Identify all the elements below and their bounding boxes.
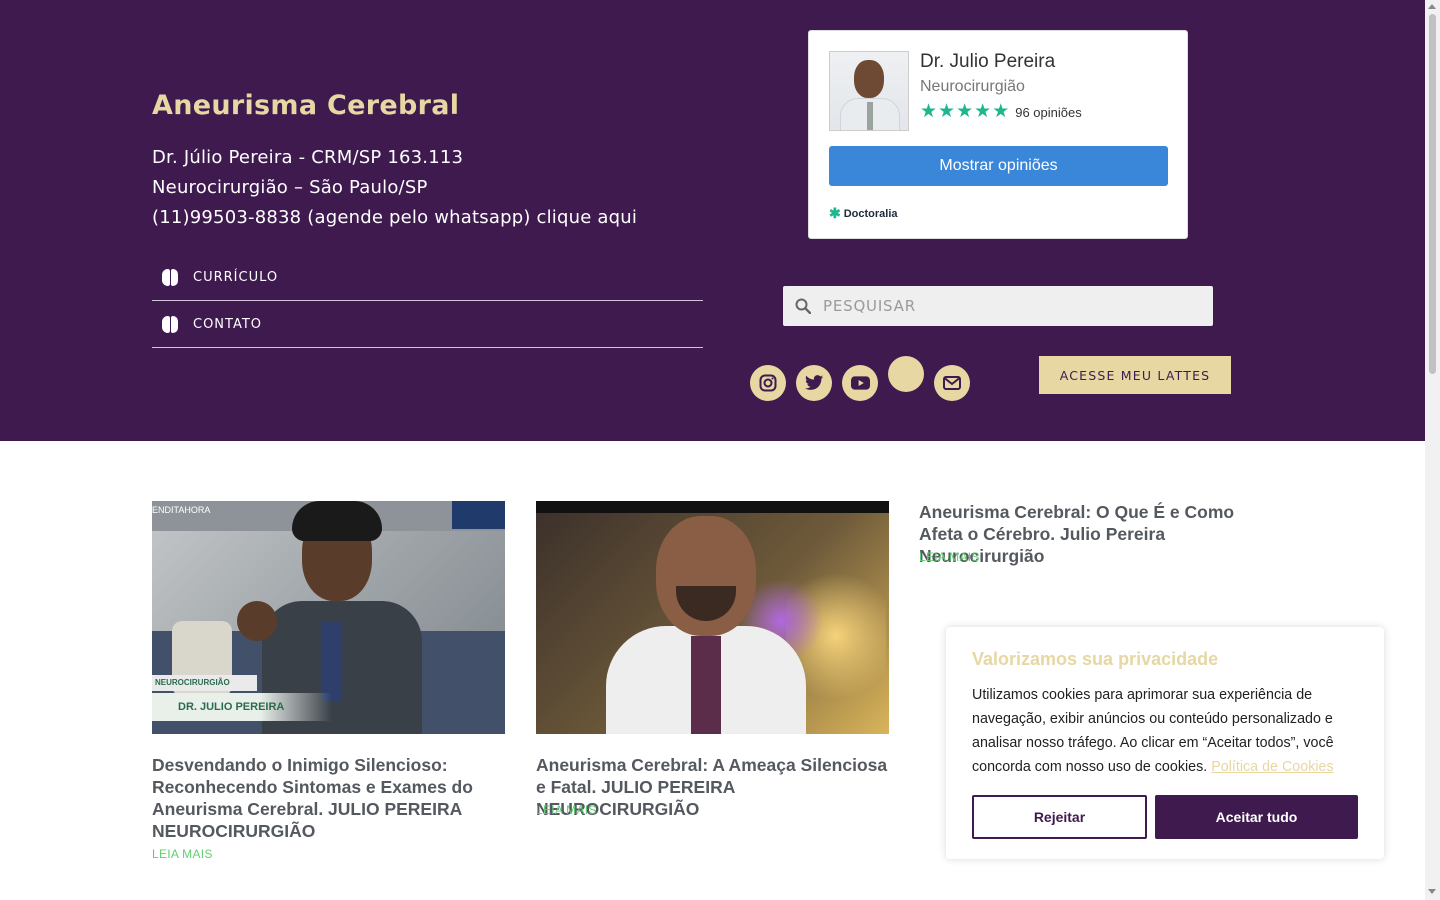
youtube-link[interactable] bbox=[842, 365, 878, 401]
cookie-title: Valorizamos sua privacidade bbox=[972, 649, 1219, 669]
instagram-link[interactable] bbox=[750, 365, 786, 401]
scrollbar[interactable] bbox=[1425, 0, 1440, 900]
doctoralia-logo[interactable]: ✱ Doctoralia bbox=[829, 205, 898, 222]
accept-cookies-button[interactable]: Aceitar tudo bbox=[1155, 795, 1358, 839]
doctoralia-widget: Dr. Julio Pereira Neurocirurgião ★ ★ ★ ★… bbox=[808, 30, 1188, 239]
email-link[interactable] bbox=[934, 365, 970, 401]
scrollbar-thumb[interactable] bbox=[1429, 14, 1436, 374]
star-icon: ★ bbox=[956, 101, 974, 122]
scroll-up-arrow-icon[interactable] bbox=[1428, 4, 1436, 9]
instagram-icon bbox=[759, 374, 777, 392]
nav-item-label: CURRÍCULO bbox=[193, 269, 279, 285]
nav-item-contato[interactable]: CONTATO bbox=[152, 301, 703, 348]
thumb-corner-text: ENDITAHORA bbox=[152, 505, 211, 515]
star-icon: ★ bbox=[938, 101, 956, 122]
doctor-avatar[interactable] bbox=[829, 51, 909, 131]
post-thumbnail-1[interactable]: ENDITAHORA NEUROCIRURGIÃO DR. JULIO PERE… bbox=[152, 501, 505, 734]
envelope-icon bbox=[943, 376, 961, 390]
cookie-text: Utilizamos cookies para aprimorar sua ex… bbox=[972, 683, 1362, 779]
search-input[interactable] bbox=[823, 297, 1183, 315]
show-reviews-button[interactable]: Mostrar opiniões bbox=[829, 146, 1168, 186]
page-title: Aneurisma Cerebral bbox=[152, 90, 460, 121]
thumb-caption-small: NEUROCIRURGIÃO bbox=[152, 675, 257, 691]
nav-item-curriculo[interactable]: CURRÍCULO bbox=[152, 254, 703, 301]
doctoralia-brand-text: Doctoralia bbox=[843, 207, 898, 220]
scroll-down-arrow-icon[interactable] bbox=[1428, 889, 1436, 894]
rating-stars: ★ ★ ★ ★ ★ 96 opiniões bbox=[920, 102, 1082, 122]
star-icon: ★ bbox=[920, 101, 938, 122]
brain-icon bbox=[162, 268, 179, 286]
search-bar bbox=[783, 286, 1213, 326]
star-icon: ★ bbox=[974, 101, 992, 122]
twitter-link[interactable] bbox=[796, 365, 832, 401]
search-icon[interactable] bbox=[795, 298, 811, 314]
whatsapp-link[interactable]: (11)99503-8838 (agende pelo whatsapp) cl… bbox=[152, 207, 637, 228]
nav-item-label: CONTATO bbox=[193, 316, 263, 332]
brain-icon bbox=[162, 315, 179, 333]
social-link-blank[interactable] bbox=[888, 356, 924, 392]
post-title-1[interactable]: Desvendando o Inimigo Silencioso: Reconh… bbox=[152, 754, 505, 842]
lattes-button[interactable]: ACESSE MEU LATTES bbox=[1039, 356, 1231, 394]
twitter-icon bbox=[804, 375, 823, 390]
reject-cookies-button[interactable]: Rejeitar bbox=[972, 795, 1147, 839]
doctor-credentials: Dr. Júlio Pereira - CRM/SP 163.113 bbox=[152, 147, 464, 168]
site-header: Aneurisma Cerebral Dr. Júlio Pereira - C… bbox=[0, 0, 1425, 441]
doctor-location: Neurocirurgião – São Paulo/SP bbox=[152, 177, 428, 198]
doctor-name[interactable]: Dr. Julio Pereira bbox=[920, 51, 1055, 73]
thumb-caption-big: DR. JULIO PEREIRA bbox=[152, 693, 332, 721]
youtube-icon bbox=[850, 376, 870, 390]
cookie-banner: Valorizamos sua privacidade Utilizamos c… bbox=[946, 627, 1384, 859]
read-more-link-2[interactable]: LEIA MAIS bbox=[536, 803, 597, 817]
star-icon: ★ bbox=[992, 101, 1010, 122]
cookie-policy-link[interactable]: Política de Cookies bbox=[1211, 759, 1333, 775]
reviews-count[interactable]: 96 opiniões bbox=[1015, 105, 1082, 120]
post-thumbnail-2[interactable] bbox=[536, 501, 889, 734]
doctor-specialty: Neurocirurgião bbox=[920, 78, 1025, 95]
read-more-link-1[interactable]: LEIA MAIS bbox=[152, 847, 213, 861]
doctoralia-star-icon: ✱ bbox=[829, 205, 841, 221]
read-more-link-3[interactable]: LEIA MAIS bbox=[919, 550, 980, 564]
